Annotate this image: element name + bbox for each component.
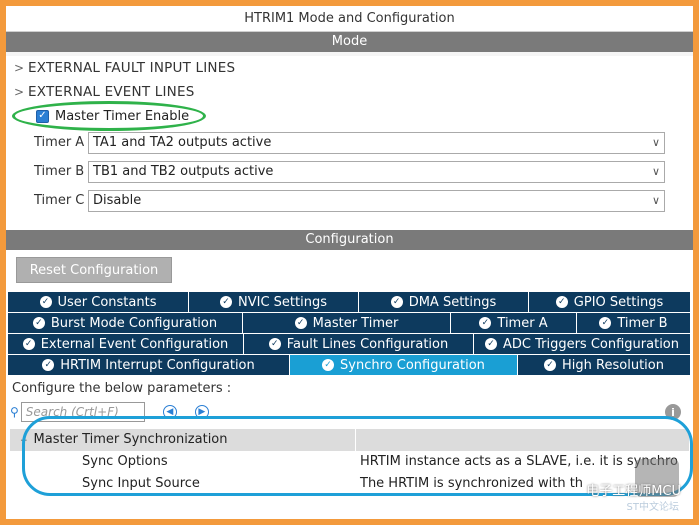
tab-nvic-settings[interactable]: ✓ NVIC Settings [189, 292, 359, 312]
tree-item-external-event-lines[interactable]: > EXTERNAL EVENT LINES [6, 80, 693, 104]
search-input[interactable]: Search (Crtl+F) [20, 402, 145, 422]
params-label: Configure the below parameters : [12, 381, 232, 396]
check-circle-icon: ✓ [22, 338, 35, 350]
tree-item-label: EXTERNAL EVENT LINES [28, 84, 195, 100]
tab-label: High Resolution [562, 357, 664, 373]
timer-a-label: Timer A [34, 135, 85, 150]
group-label: Master Timer Synchronization [33, 432, 228, 447]
param-name: Sync Input Source [82, 476, 200, 491]
tab-fault-lines-configuration[interactable]: ✓ Fault Lines Configuration [244, 334, 474, 354]
group-name: − Master Timer Synchronization [10, 429, 356, 451]
check-circle-icon: ✓ [555, 296, 568, 308]
tab-external-event-configuration[interactable]: ✓ External Event Configuration [8, 334, 244, 354]
timer-b-value: TB1 and TB2 outputs active [93, 164, 274, 179]
tab-user-constants[interactable]: ✓ User Constants [8, 292, 189, 312]
timer-c-label: Timer C [34, 193, 85, 208]
tab-label: NVIC Settings [238, 294, 327, 310]
check-circle-icon: ✓ [39, 296, 52, 308]
next-icon[interactable]: ▶ [194, 405, 209, 419]
tab-label: GPIO Settings [573, 294, 664, 310]
timer-a-value: TA1 and TA2 outputs active [93, 135, 272, 150]
tab-row-2: ✓ Burst Mode Configuration ✓ Master Timer … [8, 313, 691, 333]
chevron-down-icon: ∨ [651, 136, 660, 149]
reset-configuration-button[interactable]: Reset Configuration [16, 257, 172, 283]
check-circle-icon: ✓ [599, 317, 612, 329]
timer-b-row: Timer B TB1 and TB2 outputs active ∨ [6, 157, 693, 186]
tab-label: Timer A [497, 315, 548, 331]
watermark-text: 电子工程师MCU [586, 484, 681, 499]
app-frame: HTRIM1 Mode and Configuration Mode > EXT… [0, 0, 699, 525]
previous-icon[interactable]: ◀ [162, 405, 177, 419]
tab-label: User Constants [57, 294, 157, 310]
search-icon: ⚲ [10, 405, 19, 419]
watermark-subtext: ST中文论坛 [626, 502, 679, 513]
tab-label: Synchro Configuration [340, 357, 485, 373]
chevron-right-icon: > [14, 61, 25, 75]
tab-label: HRTIM Interrupt Configuration [60, 357, 255, 373]
configuration-header: Configuration [6, 230, 693, 250]
param-row[interactable]: Sync Options HRTIM instance acts as a SL… [10, 451, 689, 473]
reset-wrap: Reset Configuration [6, 250, 693, 292]
tab-label: Burst Mode Configuration [50, 315, 218, 331]
mode-header: Mode [6, 32, 693, 52]
timer-c-value: Disable [93, 193, 142, 208]
search-row: ⚲ Search (Crtl+F) ◀ ▶ i [6, 399, 693, 425]
chevron-down-icon: ∨ [651, 194, 660, 207]
tab-label: Master Timer [312, 315, 399, 331]
tab-row-3: ✓ External Event Configuration ✓ Fault Lin… [8, 334, 691, 354]
timer-c-row: Timer C Disable ∨ [6, 186, 693, 215]
tab-master-timer[interactable]: ✓ Master Timer [243, 313, 451, 333]
tab-row-4: ✓ HRTIM Interrupt Configuration ✓ Synchro … [8, 355, 691, 375]
tab-hrtim-interrupt-configuration[interactable]: ✓ HRTIM Interrupt Configuration [8, 355, 290, 375]
check-circle-icon: ✓ [42, 359, 55, 371]
tab-adc-triggers-configuration[interactable]: ✓ ADC Triggers Configuration [474, 334, 691, 354]
timer-a-row: Timer A TA1 and TA2 outputs active ∨ [6, 128, 693, 157]
tree-item-label: EXTERNAL FAULT INPUT LINES [28, 60, 236, 76]
group-header[interactable]: − Master Timer Synchronization [10, 429, 689, 451]
info-icon[interactable]: i [665, 404, 681, 420]
tab-gpio-settings[interactable]: ✓ GPIO Settings [529, 292, 691, 312]
master-timer-enable-label: Master Timer Enable [55, 108, 190, 124]
check-circle-icon: ✓ [479, 317, 492, 329]
check-circle-icon: ✓ [322, 359, 335, 371]
tab-timer-b[interactable]: ✓ Timer B [577, 313, 691, 333]
timer-c-select[interactable]: Disable ∨ [88, 189, 665, 212]
tab-timer-a[interactable]: ✓ Timer A [451, 313, 577, 333]
tab-label: DMA Settings [408, 294, 497, 310]
check-circle-icon: ✓ [484, 338, 497, 350]
master-timer-enable-checkbox[interactable]: ✓ [36, 109, 49, 123]
tab-burst-mode-configuration[interactable]: ✓ Burst Mode Configuration [8, 313, 243, 333]
tab-label: Fault Lines Configuration [286, 336, 449, 352]
check-circle-icon: ✓ [32, 317, 45, 329]
tab-synchro-configuration[interactable]: ✓ Synchro Configuration [290, 355, 518, 375]
tab-label: Timer B [617, 315, 668, 331]
param-name: Sync Options [82, 454, 168, 469]
check-circle-icon: ✓ [294, 317, 307, 329]
check-circle-icon: ✓ [268, 338, 281, 350]
tab-dma-settings[interactable]: ✓ DMA Settings [359, 292, 529, 312]
window-title: HTRIM1 Mode and Configuration [6, 6, 693, 32]
mode-panel: > EXTERNAL FAULT INPUT LINES > EXTERNAL … [6, 56, 693, 230]
tree-item-external-fault-input-lines[interactable]: > EXTERNAL FAULT INPUT LINES [6, 56, 693, 80]
tab-high-resolution[interactable]: ✓ High Resolution [518, 355, 691, 375]
group-value-cell [356, 429, 689, 451]
collapse-icon: − [20, 436, 28, 446]
check-circle-icon: ✓ [220, 296, 232, 308]
tab-label: External Event Configuration [40, 336, 229, 352]
timer-b-label: Timer B [34, 164, 85, 179]
timer-a-select[interactable]: TA1 and TA2 outputs active ∨ [88, 131, 665, 154]
chevron-down-icon: ∨ [651, 165, 660, 178]
master-timer-enable-row: ✓ Master Timer Enable [6, 101, 693, 131]
chevron-right-icon: > [14, 85, 25, 99]
tab-row-1: ✓ User Constants ✓ NVIC Settings ✓ DMA Sett… [8, 292, 691, 312]
check-circle-icon: ✓ [544, 359, 557, 371]
check-circle-icon: ✓ [390, 296, 403, 308]
tab-label: ADC Triggers Configuration [502, 336, 679, 352]
timer-b-select[interactable]: TB1 and TB2 outputs active ∨ [88, 160, 665, 183]
